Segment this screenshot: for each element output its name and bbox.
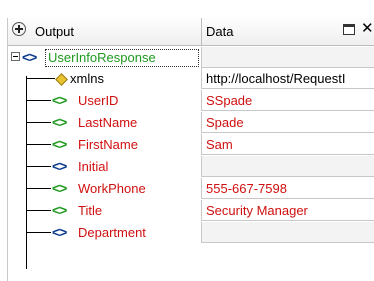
element-green-icon: <> — [52, 114, 67, 130]
field-value: http://localhost/RequestI — [206, 71, 346, 86]
data-cell[interactable] — [201, 222, 374, 243]
field-label: UserID — [78, 93, 119, 108]
data-cell[interactable]: 555-667-7598 — [201, 178, 374, 199]
tree-row[interactable]: xmlns http://localhost/RequestI — [8, 68, 374, 90]
data-cell[interactable] — [201, 156, 374, 177]
element-green-icon: <> — [52, 202, 67, 218]
field-value: Security Manager — [206, 203, 308, 218]
data-cell[interactable]: SSpade — [201, 90, 374, 111]
field-label: xmlns — [70, 71, 104, 86]
field-label: FirstName — [78, 137, 138, 152]
data-cell[interactable]: Security Manager — [201, 200, 374, 221]
column-header: Output Data ✕ — [8, 18, 374, 46]
field-value: Spade — [206, 115, 244, 130]
field-label: Title — [78, 203, 103, 218]
tree-row[interactable]: <> LastName Spade — [8, 112, 374, 134]
tree-row[interactable]: <> Title Security Manager — [8, 200, 374, 222]
element-blue-icon: <> — [52, 158, 67, 174]
output-column-header[interactable]: Output — [35, 24, 74, 39]
element-green-icon: <> — [52, 180, 67, 196]
tree-row[interactable]: <> UserID SSpade — [8, 90, 374, 112]
element-green-icon: <> — [52, 136, 67, 152]
collapse-toggle-icon[interactable] — [11, 52, 20, 61]
element-blue-icon: <> — [52, 224, 67, 240]
tree-row[interactable]: <> Initial — [8, 156, 374, 178]
field-value: 555-667-7598 — [206, 181, 287, 196]
element-green-icon: <> — [52, 92, 67, 108]
tree-row-root[interactable]: <> UserInfoResponse — [8, 47, 374, 69]
column-divider[interactable] — [201, 18, 202, 45]
tree-branch-line — [27, 78, 55, 79]
tree-branch-line — [27, 166, 51, 167]
restore-window-icon[interactable] — [343, 24, 355, 35]
tree-branch-line — [27, 100, 51, 101]
output-mapping-panel: Output Data ✕ <> UserInfoResponse xmlns … — [0, 0, 374, 281]
field-label: Department — [78, 225, 146, 240]
field-value: Sam — [206, 137, 233, 152]
close-icon[interactable]: ✕ — [361, 21, 374, 37]
data-cell[interactable]: Sam — [201, 134, 374, 155]
tree-row[interactable]: <> Department — [8, 222, 374, 244]
field-label: Initial — [78, 159, 109, 174]
field-label: WorkPhone — [78, 181, 146, 196]
root-element-name[interactable]: UserInfoResponse — [45, 49, 199, 67]
tree-branch-line — [27, 122, 51, 123]
tree-row[interactable]: <> WorkPhone 555-667-7598 — [8, 178, 374, 200]
data-cell[interactable] — [201, 47, 374, 68]
data-cell[interactable]: http://localhost/RequestI — [201, 68, 374, 89]
data-cell[interactable]: Spade — [201, 112, 374, 133]
tree-row[interactable]: <> FirstName Sam — [8, 134, 374, 156]
data-column-header[interactable]: Data — [206, 24, 233, 39]
attribute-diamond-icon — [55, 73, 68, 86]
tree-branch-line — [27, 210, 51, 211]
field-label: LastName — [78, 115, 138, 130]
tree-branch-line — [27, 232, 51, 233]
field-value: SSpade — [206, 93, 253, 108]
add-circle-icon[interactable] — [12, 22, 26, 36]
element-blue-icon: <> — [22, 49, 37, 65]
tree-branch-line — [27, 144, 51, 145]
tree-branch-line — [27, 188, 51, 189]
